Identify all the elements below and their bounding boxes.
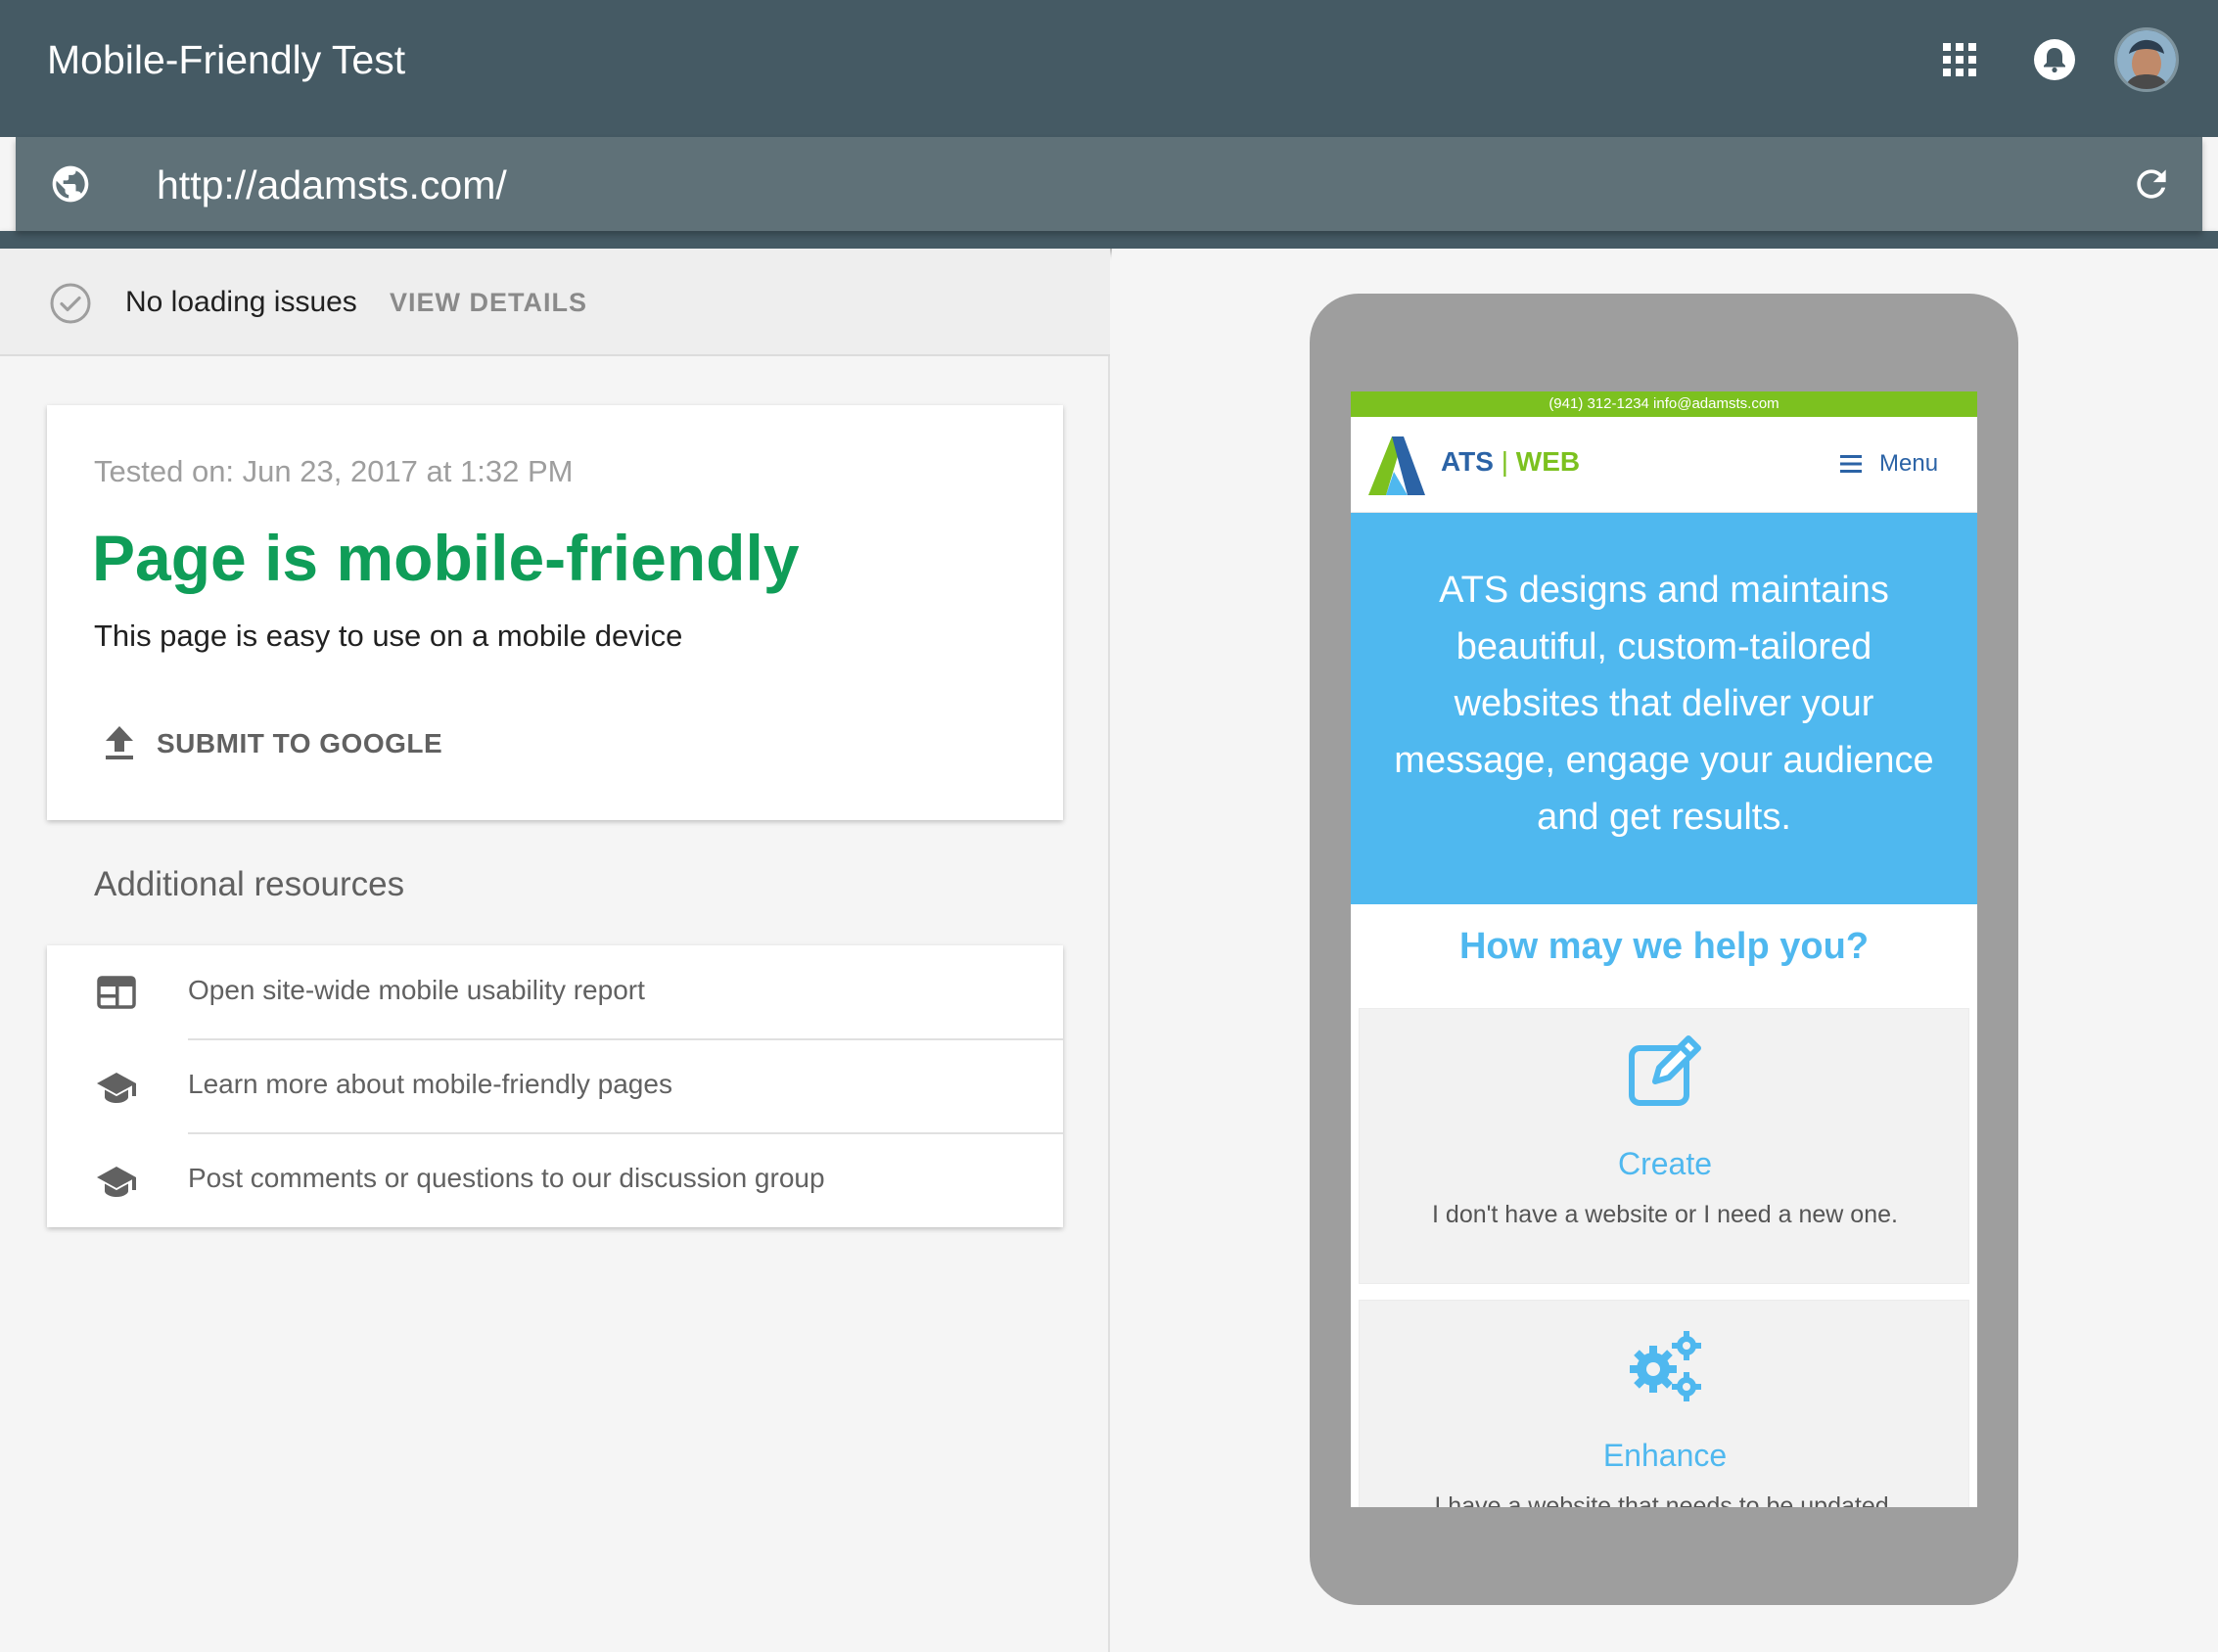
upload-icon[interactable]: [102, 724, 137, 761]
submit-to-google-button[interactable]: SUBMIT TO GOOGLE: [157, 728, 442, 759]
url-bar[interactable]: http://adamsts.com/: [16, 137, 2202, 231]
resource-learn-more[interactable]: Learn more about mobile-friendly pages: [47, 1039, 1063, 1133]
resource-usability-report[interactable]: Open site-wide mobile usability report: [47, 945, 1063, 1039]
app-title: Mobile-Friendly Test: [47, 37, 406, 82]
check-circle-icon: [50, 283, 91, 324]
additional-resources-heading: Additional resources: [94, 865, 405, 903]
resources-list: Open site-wide mobile usability report L…: [47, 945, 1063, 1227]
reload-icon[interactable]: [2130, 162, 2173, 206]
school-icon: [97, 1073, 136, 1103]
service-title: Create: [1617, 1146, 1713, 1181]
tested-on-timestamp: Tested on: Jun 23, 2017 at 1:32 PM: [94, 454, 574, 488]
logo-separator: |: [1501, 446, 1508, 477]
school-icon: [97, 1167, 136, 1197]
apps-icon[interactable]: [1943, 43, 1976, 76]
service-card-enhance[interactable]: Enhance I have a website that needs to b…: [1359, 1300, 1969, 1507]
service-title: Enhance: [1602, 1438, 1728, 1473]
site-nav: ATS | WEB Menu: [1351, 417, 1977, 513]
logo-web: WEB: [1515, 446, 1581, 477]
web-layout-icon: [97, 976, 136, 1009]
result-subtitle: This page is easy to use on a mobile dev…: [94, 619, 683, 653]
view-details-button[interactable]: VIEW DETAILS: [390, 288, 587, 318]
site-hero: ATS designs and maintains beautiful, cus…: [1351, 513, 1977, 904]
hero-text: ATS designs and maintains beautiful, cus…: [1394, 570, 1934, 838]
url-input[interactable]: http://adamsts.com/: [157, 162, 507, 208]
site-contact-bar: (941) 312-1234 info@adamsts.com: [1351, 391, 1977, 417]
header-extension: [0, 231, 2218, 249]
hamburger-menu-icon[interactable]: [1840, 454, 1864, 474]
phone-frame: (941) 312-1234 info@adamsts.com ATS | WE…: [1310, 294, 2018, 1605]
result-card: Tested on: Jun 23, 2017 at 1:32 PM Page …: [47, 405, 1063, 820]
resource-label: Learn more about mobile-friendly pages: [188, 1069, 672, 1099]
avatar[interactable]: [2114, 27, 2179, 92]
mobile-preview-screen[interactable]: (941) 312-1234 info@adamsts.com ATS | WE…: [1351, 391, 1977, 1507]
result-title: Page is mobile-friendly: [92, 522, 800, 594]
site-logo-text: ATS | WEB: [1441, 446, 1580, 478]
gears-icon: [1630, 1331, 1701, 1401]
resource-label: Open site-wide mobile usability report: [188, 975, 645, 1005]
ats-logo-icon: [1368, 436, 1425, 495]
help-heading: How may we help you?: [1458, 926, 1870, 967]
resource-discussion-group[interactable]: Post comments or questions to our discus…: [47, 1133, 1063, 1227]
site-menu-button[interactable]: Menu: [1879, 450, 1938, 478]
logo-ats: ATS: [1441, 446, 1494, 477]
loading-status-bar: No loading issues VIEW DETAILS: [0, 249, 1110, 356]
results-pane: No loading issues VIEW DETAILS Tested on…: [0, 249, 1110, 1652]
globe-icon: [52, 165, 89, 203]
service-card-create[interactable]: Create I don't have a website or I need …: [1359, 1008, 1969, 1284]
service-description: I don't have a website or I need a new o…: [1432, 1201, 1898, 1228]
notifications-icon[interactable]: [2032, 37, 2077, 82]
loading-status-text: No loading issues: [125, 286, 357, 318]
edit-icon: [1629, 1035, 1701, 1106]
resource-label: Post comments or questions to our discus…: [188, 1163, 825, 1193]
app-header: Mobile-Friendly Test: [0, 0, 2218, 137]
service-description: I have a website that needs to be update…: [1434, 1492, 1896, 1507]
preview-pane: (941) 312-1234 info@adamsts.com ATS | WE…: [1112, 249, 2218, 1652]
